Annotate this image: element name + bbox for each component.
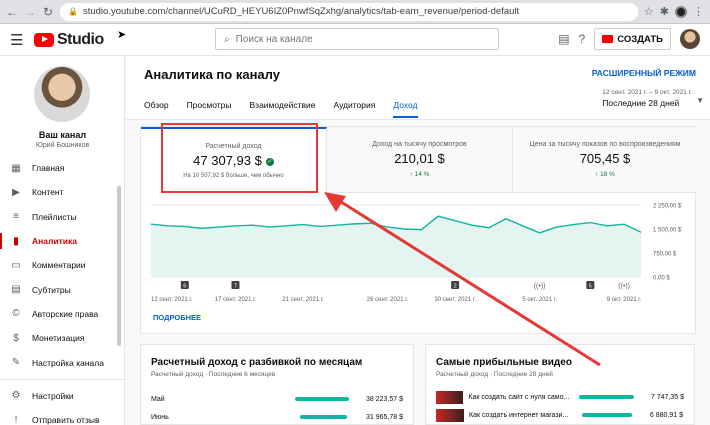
- arrow-line: [337, 198, 601, 367]
- annotation-arrow: [324, 192, 601, 367]
